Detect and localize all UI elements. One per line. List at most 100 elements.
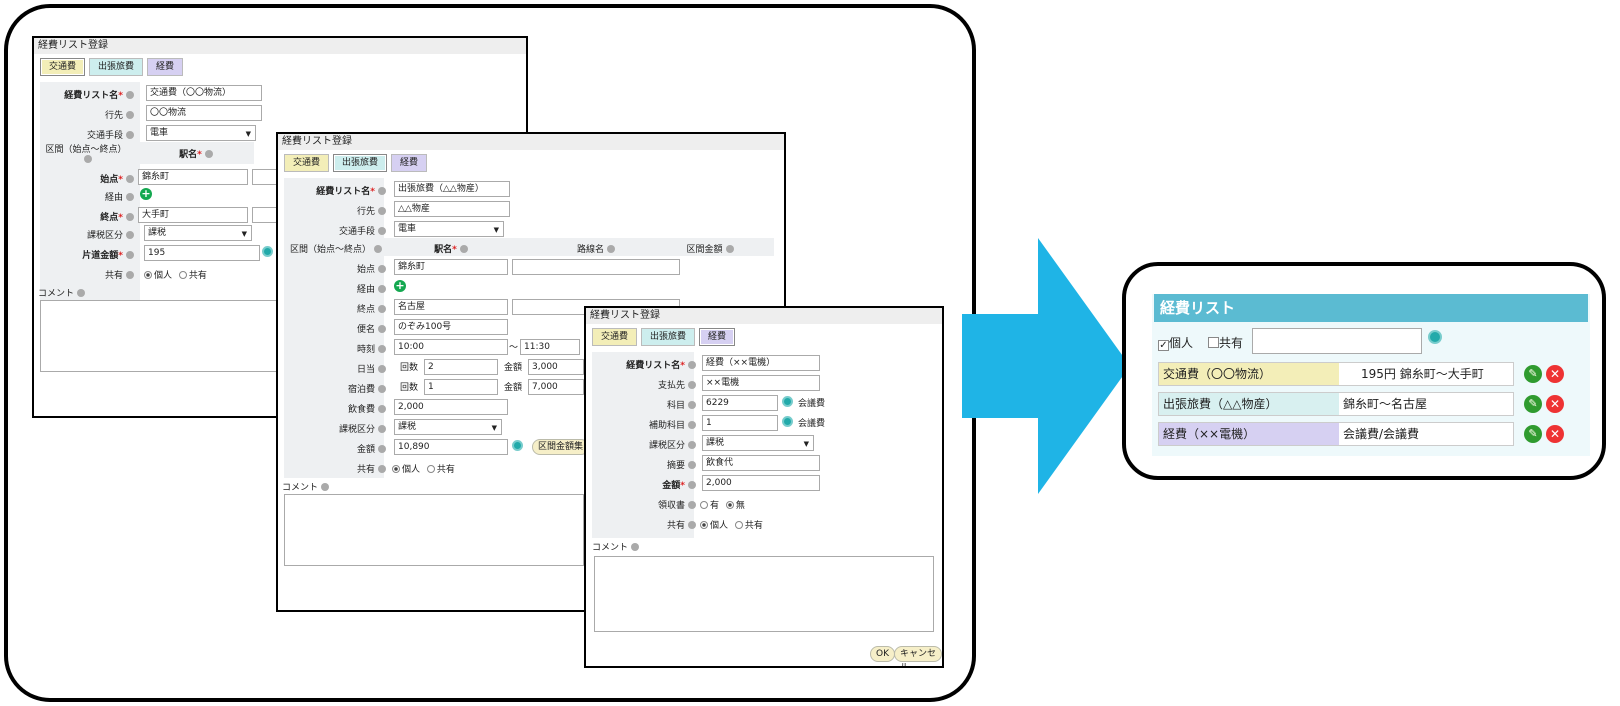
tab-trip[interactable]: 出張旅費 bbox=[89, 58, 144, 76]
comment-textarea[interactable] bbox=[594, 556, 934, 632]
filter-shared[interactable]: 共有 bbox=[1208, 334, 1243, 351]
time-from-input[interactable]: 10:00 bbox=[394, 339, 508, 355]
station-header: 駅名* bbox=[138, 147, 254, 160]
time-to-input[interactable]: 11:30 bbox=[520, 339, 580, 355]
window-title: 経費リスト登録 bbox=[278, 134, 784, 150]
radio-receipt-no[interactable] bbox=[725, 501, 734, 509]
help-icon bbox=[378, 385, 386, 393]
end-input[interactable]: 名古屋 bbox=[394, 299, 508, 315]
amount-input[interactable]: 10,890 bbox=[394, 439, 508, 455]
list-item[interactable]: 出張旅費（△△物産） 錦糸町～名古屋 bbox=[1158, 392, 1514, 416]
radio-shared[interactable] bbox=[426, 465, 435, 473]
help-icon bbox=[126, 251, 134, 259]
tax-select[interactable]: 課税 bbox=[702, 435, 814, 451]
checkbox-shared[interactable] bbox=[1208, 337, 1219, 348]
start-input[interactable]: 錦糸町 bbox=[138, 169, 248, 185]
tab-trip[interactable]: 出張旅費 bbox=[641, 328, 696, 346]
search-icon[interactable] bbox=[1428, 330, 1442, 344]
search-icon[interactable] bbox=[512, 440, 523, 451]
list-item[interactable]: 経費（××電機） 会議費/会議費 bbox=[1158, 422, 1514, 446]
help-icon bbox=[631, 543, 640, 551]
list-item-detail: 錦糸町～名古屋 bbox=[1343, 397, 1428, 411]
lodging-amount-input[interactable]: 7,000 bbox=[528, 379, 584, 395]
daily-count-input[interactable]: 2 bbox=[424, 359, 498, 375]
radio-shared[interactable] bbox=[734, 521, 743, 529]
tax-select[interactable]: 課税 bbox=[144, 225, 252, 241]
end-input[interactable]: 大手町 bbox=[138, 207, 248, 223]
transport-select[interactable]: 電車 bbox=[146, 125, 256, 141]
list-name-input[interactable]: 出張旅費（△△物産） bbox=[394, 181, 510, 197]
edit-icon[interactable]: ✎ bbox=[1524, 425, 1542, 443]
amount-label: 金額* bbox=[662, 478, 696, 491]
delete-icon[interactable]: ✕ bbox=[1546, 365, 1564, 383]
sub-subject-input[interactable]: 1 bbox=[702, 415, 778, 431]
radio-receipt-yes[interactable] bbox=[700, 501, 708, 509]
food-input[interactable]: 2,000 bbox=[394, 399, 508, 415]
list-name-label: 経費リスト名* bbox=[626, 358, 696, 371]
list-name-input[interactable]: 経費（××電機） bbox=[702, 355, 820, 371]
checkbox-personal[interactable]: ✓ bbox=[1158, 340, 1169, 351]
delete-icon[interactable]: ✕ bbox=[1546, 425, 1564, 443]
section-amount-button[interactable]: 区間金額集 bbox=[532, 439, 590, 455]
tab-transport[interactable]: 交通費 bbox=[592, 328, 638, 346]
radio-personal[interactable] bbox=[392, 465, 400, 473]
help-icon bbox=[374, 245, 382, 253]
tax-select[interactable]: 課税 bbox=[394, 419, 502, 435]
tab-expense[interactable]: 経費 bbox=[147, 58, 184, 76]
tab-expense[interactable]: 経費 bbox=[699, 328, 736, 346]
help-icon bbox=[688, 381, 696, 389]
radio-personal[interactable] bbox=[700, 521, 708, 529]
start-label: 始点* bbox=[100, 172, 134, 185]
delete-icon[interactable]: ✕ bbox=[1546, 395, 1564, 413]
comment-textarea[interactable] bbox=[284, 494, 584, 566]
help-icon bbox=[688, 361, 696, 369]
search-input[interactable] bbox=[1252, 328, 1422, 354]
edit-icon[interactable]: ✎ bbox=[1524, 365, 1542, 383]
start-line-input[interactable] bbox=[512, 259, 680, 275]
destination-input[interactable]: 〇〇物流 bbox=[146, 105, 262, 121]
subject-input[interactable]: 6229 bbox=[702, 395, 778, 411]
list-item-name: 交通費（〇〇物流） bbox=[1159, 363, 1339, 385]
expense-list-title: 経費リスト bbox=[1154, 294, 1588, 322]
list-item[interactable]: 交通費（〇〇物流） 195円 錦糸町～大手町 bbox=[1158, 362, 1514, 386]
subject-name: 会議費 bbox=[798, 399, 826, 409]
amount-input[interactable]: 2,000 bbox=[702, 475, 820, 491]
tab-expense[interactable]: 経費 bbox=[391, 154, 428, 172]
help-icon bbox=[688, 401, 696, 409]
tab-transport[interactable]: 交通費 bbox=[40, 58, 86, 76]
cancel-button[interactable]: キャンセル bbox=[894, 646, 942, 666]
help-icon bbox=[83, 155, 92, 163]
start-label: 始点 bbox=[357, 262, 386, 275]
daily-amount-input[interactable]: 3,000 bbox=[528, 359, 584, 375]
radio-personal[interactable] bbox=[144, 271, 152, 279]
transport-select[interactable]: 電車 bbox=[394, 221, 504, 237]
help-icon bbox=[688, 461, 696, 469]
help-icon bbox=[378, 465, 386, 473]
oneway-input[interactable]: 195 bbox=[144, 245, 260, 261]
search-icon[interactable] bbox=[782, 396, 793, 407]
radio-shared[interactable] bbox=[178, 271, 187, 279]
lodging-count-input[interactable]: 1 bbox=[424, 379, 498, 395]
search-icon[interactable] bbox=[262, 246, 273, 257]
receipt-radio-group: 有 無 bbox=[696, 498, 745, 511]
add-via-icon[interactable]: + bbox=[140, 188, 152, 200]
tab-transport[interactable]: 交通費 bbox=[284, 154, 330, 172]
daily-count-label: 回数 bbox=[400, 363, 419, 373]
ok-button[interactable]: OK bbox=[870, 646, 895, 662]
edit-icon[interactable]: ✎ bbox=[1524, 395, 1542, 413]
train-input[interactable]: のぞみ100号 bbox=[394, 319, 508, 335]
help-icon bbox=[126, 271, 134, 279]
search-icon[interactable] bbox=[782, 416, 793, 427]
tab-trip[interactable]: 出張旅費 bbox=[333, 154, 388, 172]
destination-input[interactable]: △△物産 bbox=[394, 201, 510, 217]
filter-personal[interactable]: ✓個人 bbox=[1158, 334, 1193, 351]
help-icon bbox=[688, 521, 696, 529]
help-icon bbox=[378, 365, 386, 373]
help-icon bbox=[378, 265, 386, 273]
payee-input[interactable]: ××電機 bbox=[702, 375, 820, 391]
help-icon bbox=[378, 425, 386, 433]
list-name-input[interactable]: 交通費（〇〇物流） bbox=[146, 85, 262, 101]
summary-input[interactable]: 飲食代 bbox=[702, 455, 820, 471]
add-via-icon[interactable]: + bbox=[394, 280, 406, 292]
start-input[interactable]: 錦糸町 bbox=[394, 259, 508, 275]
